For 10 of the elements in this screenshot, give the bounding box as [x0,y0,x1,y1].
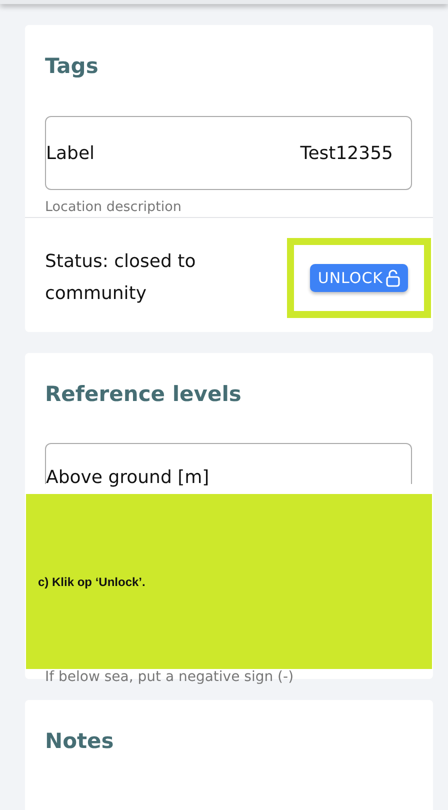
label-field[interactable]: Label Test12355 [45,116,412,190]
unlock-button[interactable]: UNLOCK [310,264,408,292]
section-title: Reference levels [45,381,242,408]
section-title: Tags [45,53,100,80]
section-title: Notes [45,728,115,755]
hint-text: If below sea, put a negative sign (-) [45,669,295,685]
status-text: Status: closed to community [45,250,197,306]
annotation-text: c) Klik op ‘Unlock’. [38,574,146,588]
lock-icon [386,269,400,287]
helper-text: Location description [45,199,182,215]
